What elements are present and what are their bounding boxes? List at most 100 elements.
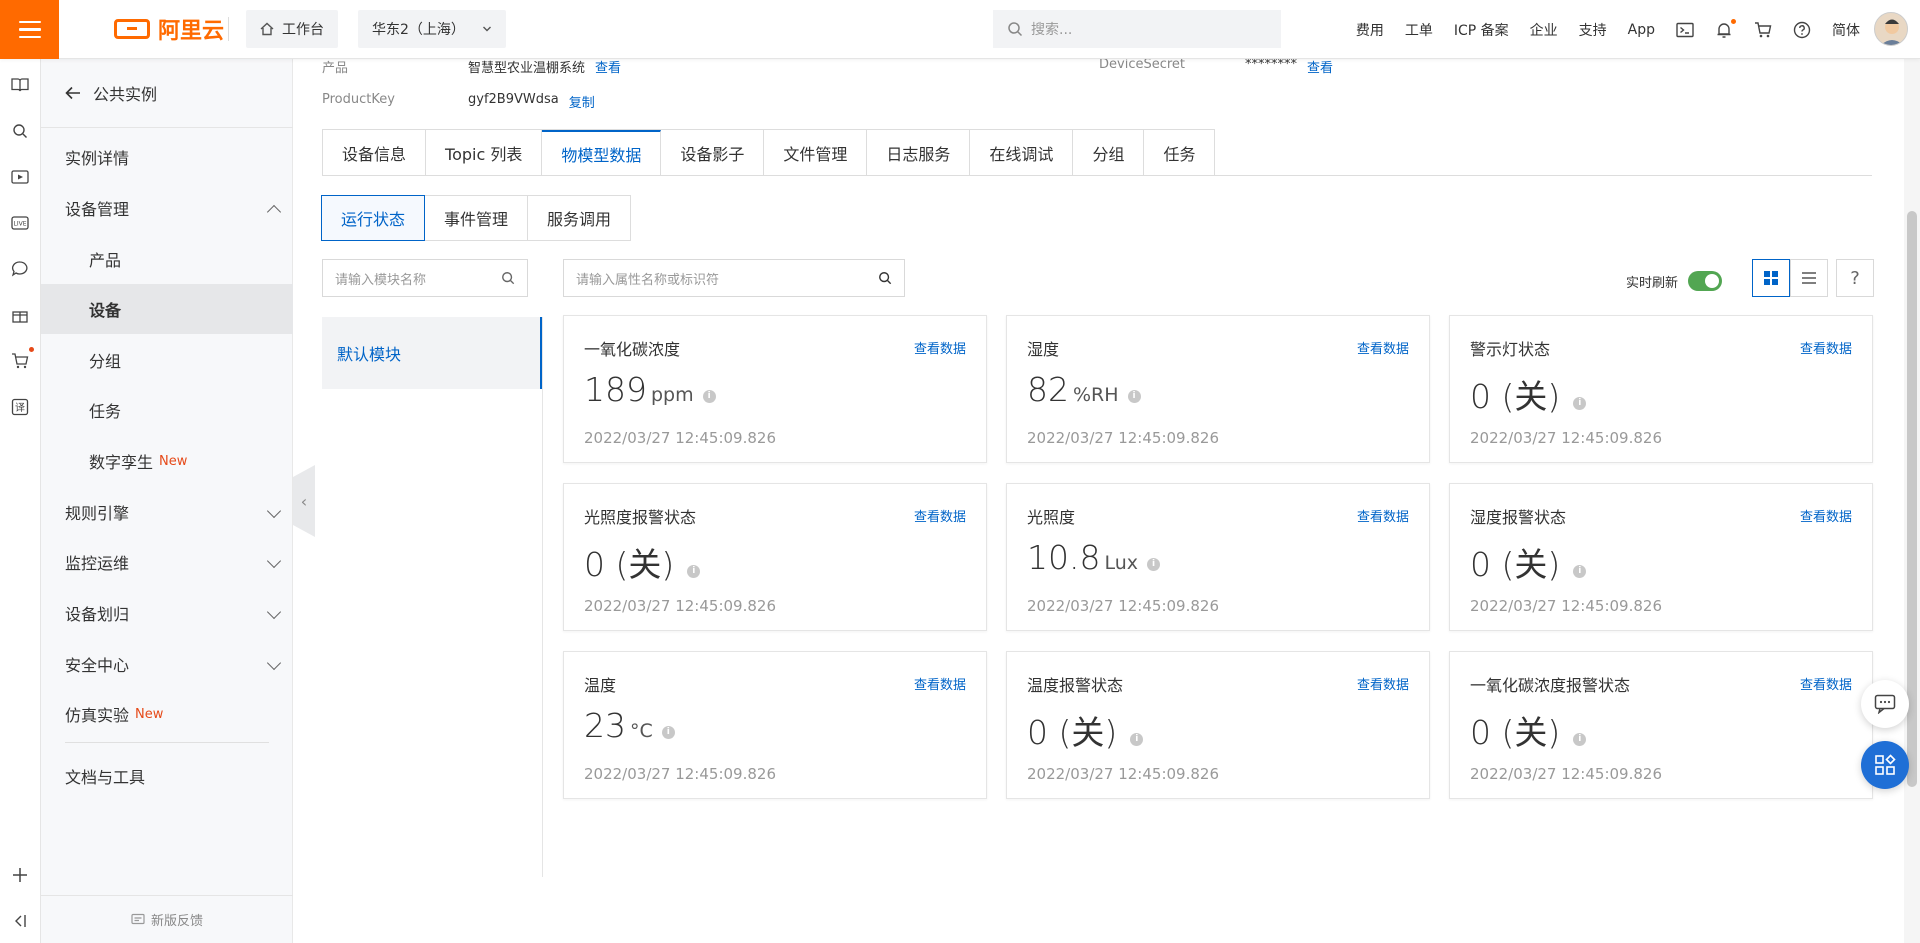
sidebar-item-rules-engine[interactable]: 规则引擎	[41, 487, 293, 537]
collapse-rail-icon[interactable]	[10, 911, 30, 931]
info-icon[interactable]: i	[687, 564, 701, 578]
aliyun-logo[interactable]: 阿里云	[114, 13, 224, 45]
chevron-up-icon	[266, 204, 282, 220]
help-button[interactable]: ?	[1836, 259, 1874, 297]
view-data-link[interactable]: 查看数据	[914, 338, 966, 357]
hamburger-menu-button[interactable]	[0, 0, 59, 59]
view-data-link[interactable]: 查看数据	[1357, 506, 1409, 525]
info-icon[interactable]: i	[702, 389, 716, 403]
info-value: ********	[1245, 57, 1297, 72]
info-icon[interactable]: i	[1573, 732, 1587, 746]
view-data-link[interactable]: 查看数据	[1800, 674, 1852, 693]
module-item-default[interactable]: 默认模块	[322, 317, 542, 389]
terminal-icon[interactable]	[1676, 21, 1694, 39]
view-data-link[interactable]: 查看数据	[914, 506, 966, 525]
chat-float-button[interactable]	[1861, 680, 1909, 728]
view-data-link[interactable]: 查看数据	[1357, 338, 1409, 357]
tab-device-shadow[interactable]: 设备影子	[661, 130, 765, 176]
cart-icon[interactable]	[1754, 21, 1772, 39]
sidebar-item-simulation[interactable]: 仿真实验 New	[41, 689, 293, 739]
sidebar-item-task[interactable]: 任务	[41, 385, 293, 435]
language-select[interactable]: 简体	[1832, 20, 1860, 40]
copy-productkey-link[interactable]: 复制	[569, 92, 595, 111]
card-title: 温度	[584, 676, 617, 695]
top-link-app[interactable]: App	[1628, 22, 1655, 38]
sidebar-item-device-transfer[interactable]: 设备划归	[41, 588, 293, 638]
help-icon[interactable]	[1793, 21, 1811, 39]
live-icon[interactable]: LIVE	[10, 213, 30, 233]
workbench-button[interactable]: 工作台	[246, 10, 338, 48]
sidebar-item-device[interactable]: 设备	[41, 284, 293, 334]
plus-icon[interactable]	[10, 865, 30, 885]
tab-group[interactable]: 分组	[1073, 130, 1145, 176]
search-placeholder: 搜索...	[1031, 22, 1073, 38]
top-link-enterprise[interactable]: 企业	[1530, 20, 1558, 40]
sidebar-item-monitoring[interactable]: 监控运维	[41, 537, 293, 587]
global-search-input[interactable]: 搜索...	[993, 10, 1281, 48]
feedback-icon	[131, 913, 145, 924]
property-search-input[interactable]: 请输入属性名称或标识符	[563, 259, 905, 297]
translate-icon[interactable]: 译	[10, 397, 30, 417]
view-data-link[interactable]: 查看数据	[1357, 674, 1409, 693]
arrow-left-icon	[65, 86, 80, 100]
value-number: 0 (关)	[1470, 713, 1561, 752]
search-icon[interactable]	[10, 121, 30, 141]
info-icon[interactable]: i	[1147, 557, 1161, 571]
chat-icon[interactable]	[10, 259, 30, 279]
info-icon[interactable]: i	[1130, 732, 1144, 746]
realtime-refresh-toggle[interactable]	[1688, 271, 1723, 291]
view-data-link[interactable]: 查看数据	[914, 674, 966, 693]
info-product: 产品 智慧型农业温棚系统 查看	[322, 57, 621, 76]
tab-online-debug[interactable]: 在线调试	[970, 130, 1074, 176]
info-devicesecret: DeviceSecret ******** 查看	[1099, 57, 1333, 76]
tab-service-call[interactable]: 服务调用	[527, 195, 632, 241]
view-data-link[interactable]: 查看数据	[1800, 338, 1852, 357]
card-title: 湿度	[1027, 340, 1060, 359]
feedback-button[interactable]: 新版反馈	[41, 895, 293, 943]
tab-tsl-data[interactable]: 物模型数据	[542, 130, 662, 176]
info-icon[interactable]: i	[1127, 389, 1141, 403]
view-product-link[interactable]: 查看	[595, 57, 621, 76]
tab-task[interactable]: 任务	[1144, 130, 1215, 176]
sidebar-item-security-center[interactable]: 安全中心	[41, 639, 293, 689]
sidebar-item-group[interactable]: 分组	[41, 335, 293, 385]
top-link-icp[interactable]: ICP 备案	[1454, 20, 1509, 40]
tab-device-info[interactable]: 设备信息	[323, 130, 427, 176]
top-link-tickets[interactable]: 工单	[1405, 20, 1433, 40]
card-timestamp: 2022/03/27 12:45:09.826	[584, 429, 776, 447]
page-scrollbar[interactable]	[1904, 59, 1920, 943]
video-icon[interactable]	[10, 167, 30, 187]
sidebar-item-label: 设备划归	[65, 605, 130, 624]
value-number: 0 (关)	[584, 545, 675, 584]
sidebar-item-digital-twin[interactable]: 数字孪生 New	[41, 436, 293, 486]
sidebar-item-instance-detail[interactable]: 实例详情	[41, 132, 293, 182]
region-select[interactable]: 华东2（上海）	[358, 10, 506, 48]
sidebar-item-device-management[interactable]: 设备管理	[41, 183, 293, 233]
bell-icon[interactable]	[1715, 18, 1736, 39]
info-icon[interactable]: i	[1573, 564, 1587, 578]
user-avatar[interactable]	[1874, 12, 1908, 46]
apps-float-button[interactable]	[1861, 741, 1909, 789]
sidebar-item-product[interactable]: 产品	[41, 234, 293, 284]
info-icon[interactable]: i	[661, 725, 675, 739]
tab-log-service[interactable]: 日志服务	[867, 130, 971, 176]
grid-view-button[interactable]	[1752, 259, 1790, 297]
module-search-placeholder: 请输入模块名称	[335, 272, 427, 288]
module-search-input[interactable]: 请输入模块名称	[322, 259, 528, 297]
gift-icon[interactable]	[10, 305, 30, 325]
tab-topic-list[interactable]: Topic 列表	[426, 130, 543, 176]
view-secret-link[interactable]: 查看	[1307, 57, 1333, 76]
sidebar-item-docs-tools[interactable]: 文档与工具	[41, 751, 293, 801]
svg-text:译: 译	[15, 402, 25, 414]
cart-icon[interactable]	[10, 347, 34, 371]
view-data-link[interactable]: 查看数据	[1800, 506, 1852, 525]
tab-event-management[interactable]: 事件管理	[424, 195, 529, 241]
book-icon[interactable]	[10, 75, 30, 95]
back-to-instance[interactable]: 公共实例	[65, 81, 157, 105]
info-icon[interactable]: i	[1573, 396, 1587, 410]
top-link-support[interactable]: 支持	[1579, 20, 1607, 40]
top-link-fees[interactable]: 费用	[1356, 20, 1384, 40]
tab-file-management[interactable]: 文件管理	[764, 130, 868, 176]
tab-running-status[interactable]: 运行状态	[321, 195, 426, 241]
list-view-button[interactable]	[1790, 259, 1828, 297]
